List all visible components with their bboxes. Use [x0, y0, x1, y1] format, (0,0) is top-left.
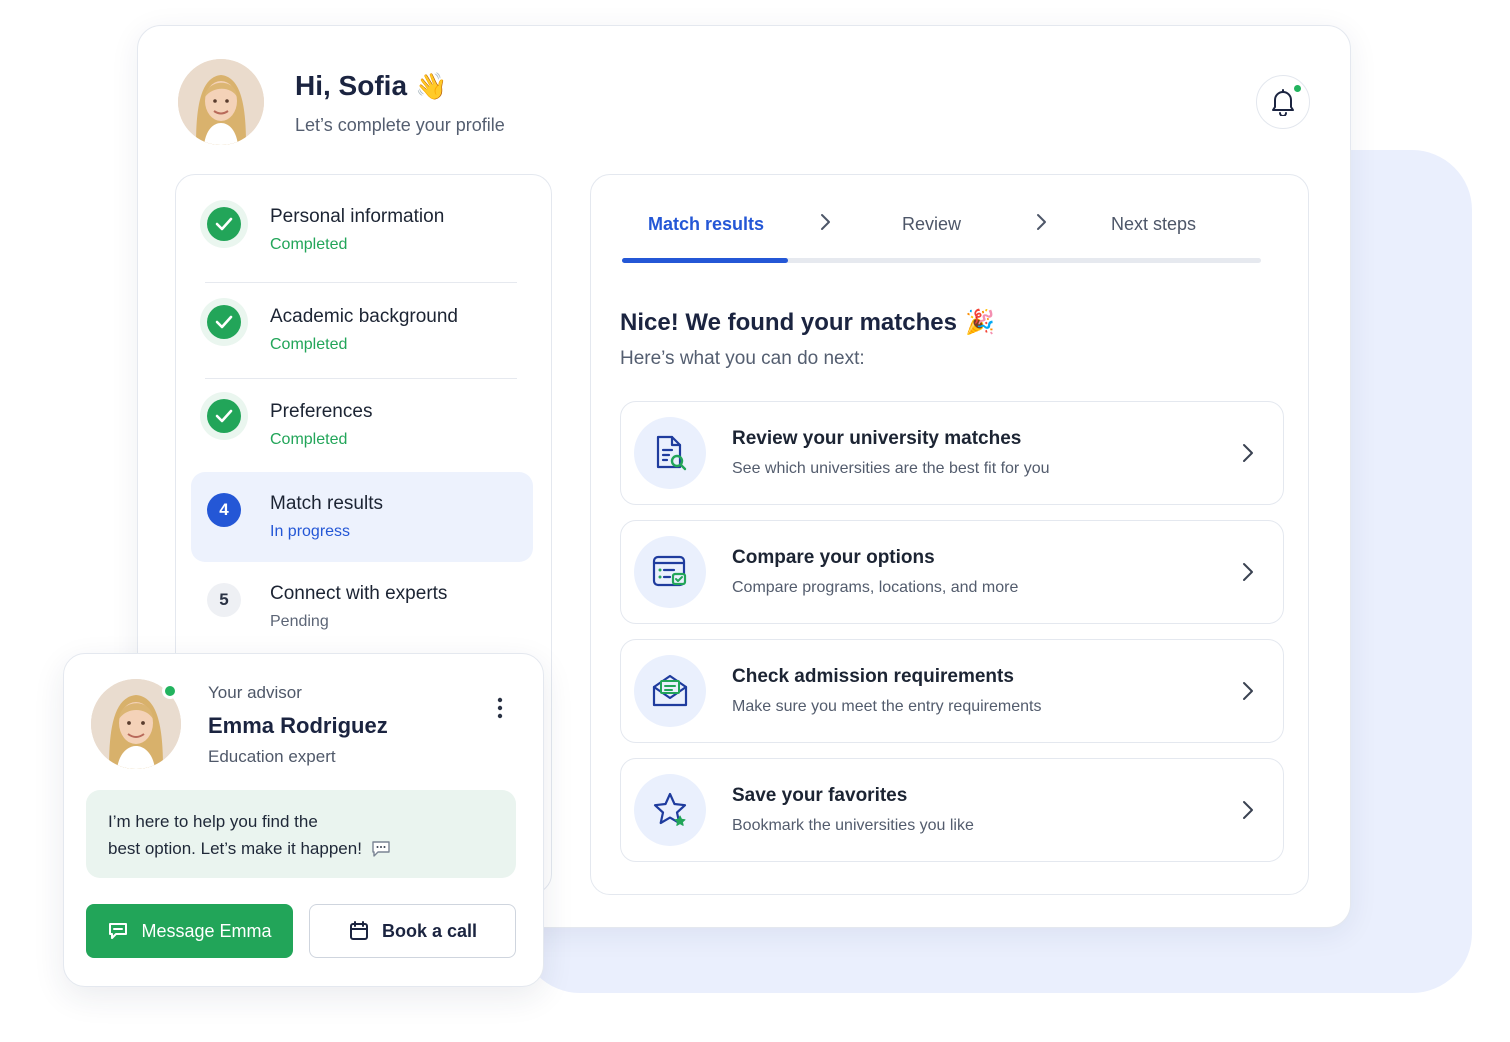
action-title: Save your favorites [732, 785, 908, 806]
step-title: Preferences [270, 401, 373, 422]
step-status: Completed [270, 236, 348, 253]
step-match-results[interactable]: 4 Match results In progress [191, 472, 533, 562]
action-description: See which universities are the best fit … [732, 460, 1050, 477]
step-status: Completed [270, 336, 348, 353]
chat-bubble-icon [372, 840, 390, 857]
message-advisor-button[interactable]: Message Emma [86, 904, 293, 958]
step-status: Pending [270, 613, 329, 630]
calendar-icon [349, 921, 368, 940]
step-connect-with-experts[interactable]: 5 Connect with experts Pending [191, 562, 533, 652]
step-title: Match results [270, 493, 383, 514]
notification-dot [1292, 83, 1303, 94]
tab-match-results[interactable]: Match results [648, 214, 764, 235]
step-title: Personal information [270, 206, 445, 227]
action-description: Bookmark the universities you like [732, 817, 974, 834]
chevron-right-icon [1243, 801, 1253, 819]
advisor-message: I’m here to help you find the best optio… [86, 790, 516, 878]
action-title: Compare your options [732, 547, 935, 568]
action-description: Compare programs, locations, and more [732, 579, 1019, 596]
chevron-right-icon [1243, 563, 1253, 581]
action-title: Review your university matches [732, 428, 1022, 449]
step-status: Completed [270, 431, 348, 448]
greeting-text: Hi, Sofia [295, 70, 408, 101]
action-compare-options[interactable]: Compare your options Compare programs, l… [620, 520, 1284, 624]
action-save-favorites[interactable]: Save your favorites Bookmark the univers… [620, 758, 1284, 862]
wave-emoji-icon: 👋 [415, 70, 448, 101]
greeting-subtitle: Let’s complete your profile [295, 115, 505, 135]
greeting: Hi, Sofia 👋 [295, 70, 447, 102]
message-icon [109, 923, 128, 939]
progress-fill [622, 258, 788, 263]
action-description: Make sure you meet the entry requirement… [732, 698, 1042, 715]
message-line: best option. Let’s make it happen! [108, 839, 362, 858]
step-academic-background[interactable]: Academic background Completed [191, 276, 533, 366]
chevron-right-icon [1243, 444, 1253, 462]
check-icon [207, 207, 241, 241]
book-call-button[interactable]: Book a call [309, 904, 516, 958]
step-number-badge: 5 [207, 583, 241, 617]
message-line: I’m here to help you find the [108, 812, 318, 831]
action-check-requirements[interactable]: Check admission requirements Make sure y… [620, 639, 1284, 743]
step-title: Academic background [270, 306, 458, 327]
advisor-label: Your advisor [208, 683, 302, 702]
envelope-check-icon [634, 655, 706, 727]
message-button-label: Message Emma [141, 920, 272, 941]
results-heading: Nice! We found your matches 🎉 [620, 308, 995, 337]
check-icon [207, 305, 241, 339]
advisor-name: Emma Rodriguez [208, 713, 388, 738]
star-icon [634, 774, 706, 846]
step-personal-information[interactable]: Personal information Completed [191, 176, 533, 266]
action-review-matches[interactable]: Review your university matches See which… [620, 401, 1284, 505]
compare-list-icon [634, 536, 706, 608]
tab-next-steps[interactable]: Next steps [1111, 214, 1196, 235]
check-icon [207, 399, 241, 433]
step-preferences[interactable]: Preferences Completed [191, 371, 533, 461]
notifications-button[interactable] [1256, 75, 1310, 129]
party-popper-icon: 🎉 [964, 309, 995, 336]
step-number-badge: 4 [207, 493, 241, 527]
advisor-role: Education expert [208, 747, 336, 766]
more-options-icon[interactable] [492, 696, 508, 722]
online-status-dot [162, 683, 178, 699]
user-avatar[interactable] [178, 59, 264, 145]
chevron-right-icon [1243, 682, 1253, 700]
call-button-label: Book a call [381, 920, 478, 941]
step-status: In progress [270, 523, 351, 540]
document-search-icon [634, 417, 706, 489]
results-title: Nice! We found your matches [620, 308, 957, 336]
action-title: Check admission requirements [732, 666, 1014, 687]
chevron-right-icon [821, 214, 830, 230]
tab-review[interactable]: Review [902, 214, 961, 235]
results-subtitle: Here’s what you can do next: [620, 348, 865, 369]
bell-icon [1272, 89, 1294, 116]
step-title: Connect with experts [270, 583, 448, 604]
chevron-right-icon [1037, 214, 1046, 230]
